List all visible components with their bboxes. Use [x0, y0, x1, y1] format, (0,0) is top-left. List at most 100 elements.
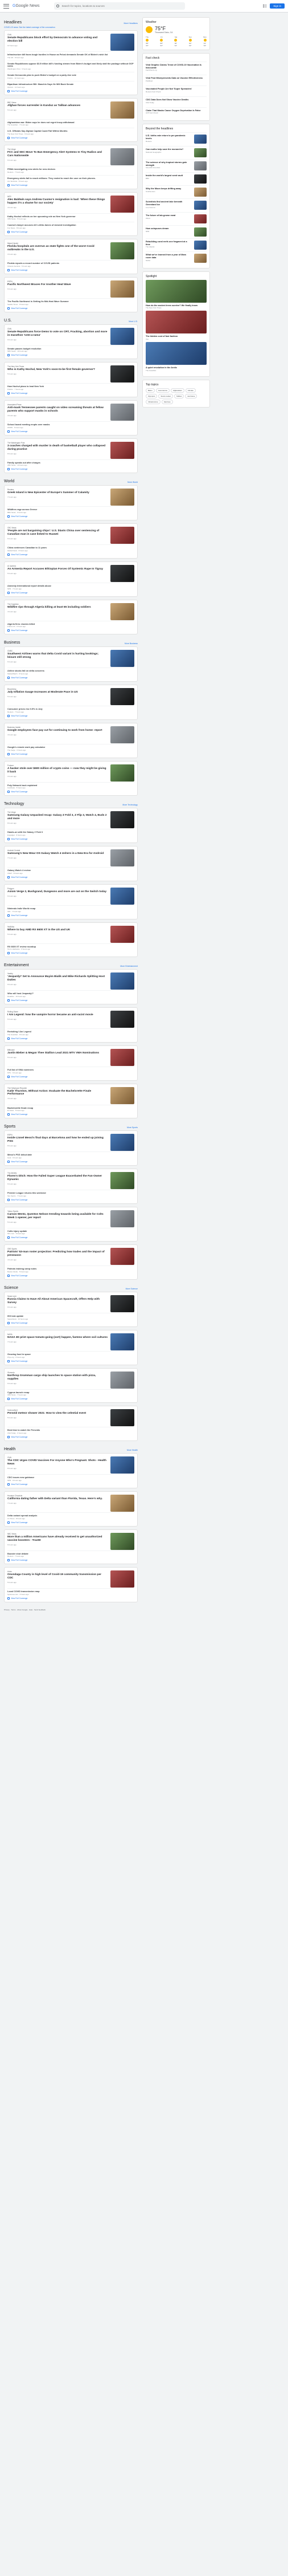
section-more-link[interactable]: More World [127, 481, 138, 483]
source-name[interactable]: The Hollywood Reporter [7, 1087, 108, 1089]
sub-story[interactable]: Algeria fires: dozens killed France 24 ·… [7, 620, 134, 628]
search-input[interactable] [61, 5, 183, 7]
story-thumbnail[interactable] [110, 1494, 134, 1512]
full-coverage-link[interactable]: View Full Coverage [7, 914, 134, 917]
full-coverage-link[interactable]: View Full Coverage [7, 515, 134, 518]
full-coverage-link[interactable]: View Full Coverage [7, 1275, 134, 1277]
beyond-item-thumbnail[interactable] [194, 188, 207, 197]
full-coverage-link[interactable]: View Full Coverage [7, 184, 134, 186]
story-thumbnail[interactable] [110, 849, 134, 867]
full-coverage-link[interactable]: View Full Coverage [7, 307, 134, 310]
story-thumbnail[interactable] [110, 195, 134, 213]
topic-chip[interactable]: Vaccines [161, 399, 173, 404]
beyond-item-title[interactable]: Scientists find ancient lake beneath Gre… [146, 201, 192, 206]
sub-story[interactable]: Premier League returns this weekend Sky … [7, 1189, 134, 1197]
fact-check-item-title[interactable]: Viral Graphic Claims Trend of COVID-19 V… [146, 64, 207, 69]
full-coverage-link[interactable]: View Full Coverage [7, 1483, 134, 1486]
story-thumbnail[interactable] [110, 811, 134, 829]
full-coverage-link[interactable]: View Full Coverage [7, 1198, 134, 1201]
beyond-item[interactable]: Scientists find ancient lake beneath Gre… [146, 198, 207, 211]
source-name[interactable]: The Athletic [7, 1172, 108, 1174]
beyond-item-thumbnail[interactable] [194, 227, 207, 237]
story-thumbnail[interactable] [110, 1570, 134, 1588]
full-coverage-link[interactable]: View Full Coverage [7, 89, 134, 92]
full-coverage-link[interactable]: View Full Coverage [7, 1597, 134, 1600]
full-coverage-link[interactable]: View Full Coverage [7, 591, 134, 594]
section-title[interactable]: U.S. [4, 319, 12, 323]
story-thumbnail[interactable] [110, 764, 134, 782]
source-name[interactable]: NBC News [7, 1533, 108, 1535]
sub-story[interactable]: Poly Network hack explained CoinDesk · 5… [7, 782, 134, 789]
topic-chip[interactable]: Olympics [146, 393, 158, 398]
full-coverage-link[interactable]: View Full Coverage [7, 1075, 134, 1078]
beyond-item[interactable]: U.S. births rate return to pre-pandemic … [146, 132, 207, 145]
lead-story-title[interactable]: The CDC Urges COVID Vaccines For Anyone … [7, 1459, 108, 1466]
topic-chip[interactable]: Infrastructure [146, 399, 161, 404]
story-thumbnail[interactable] [110, 1456, 134, 1474]
source-name[interactable]: Variety [7, 972, 108, 975]
story-thumbnail[interactable] [110, 242, 134, 260]
sub-story[interactable]: Senate passes budget resolution NBC News… [7, 345, 134, 352]
section-title[interactable]: Health [4, 1447, 15, 1451]
source-name[interactable]: 9to5Mac [7, 926, 108, 928]
lead-story-title[interactable]: California dating father with Delta vari… [7, 1497, 108, 1501]
lead-story-title[interactable]: A hacker stole over $600 million of cryp… [7, 767, 108, 774]
lead-story-title[interactable]: Where to buy AMD RX 6600 XT in the US an… [7, 929, 108, 932]
sub-story[interactable]: Booster shot debate Reuters · 7 hours ag… [7, 1550, 134, 1557]
lead-story-title[interactable]: Patriots' 53-man roster projection: Pred… [7, 1251, 108, 1258]
source-name[interactable]: Axios [7, 1570, 108, 1573]
section-more-link[interactable]: More Sports [127, 1126, 138, 1129]
section-title[interactable]: Science [4, 1286, 18, 1290]
story-thumbnail[interactable] [110, 101, 134, 119]
spotlight-image[interactable] [146, 311, 207, 334]
story-thumbnail[interactable] [110, 327, 134, 345]
sub-story[interactable]: Senate Democrats plan to push Biden's bu… [7, 72, 134, 79]
lead-story-title[interactable]: Google employees face pay cut for contin… [7, 729, 108, 732]
full-coverage-link[interactable]: View Full Coverage [7, 677, 134, 679]
story-thumbnail[interactable] [110, 1086, 134, 1104]
lead-story-title[interactable]: Onondaga County in high level of Covid-1… [7, 1573, 108, 1580]
source-name[interactable]: Yahoo Sports [7, 1210, 108, 1212]
beyond-item[interactable]: Inside the world's largest seed vault BBC [146, 172, 207, 185]
full-coverage-link[interactable]: View Full Coverage [7, 1521, 134, 1524]
lead-story-title[interactable]: July Inflation Gauge Increases at Modera… [7, 691, 108, 694]
fact-check-item[interactable]: Viral Graphic Claims Trend of COVID-19 V… [146, 62, 207, 75]
source-name[interactable]: Business Insider [7, 726, 108, 729]
source-name[interactable]: Al Jazeera [7, 565, 108, 567]
sub-story[interactable]: Afghanistan war: Biden says he does not … [7, 119, 134, 126]
full-coverage-link[interactable]: View Full Coverage [7, 952, 134, 955]
topic-chip[interactable]: Biden [146, 388, 155, 393]
story-thumbnail[interactable] [110, 527, 134, 544]
lead-story-title[interactable]: Alec Baldwin says Andrew Cuomo's resigna… [7, 198, 108, 205]
section-title[interactable]: Business [4, 641, 20, 645]
sub-story[interactable]: How Hochul plans to lead New York Politi… [7, 383, 134, 390]
sub-story[interactable]: Bipartisan Infrastructure Bill: Manchin … [7, 80, 134, 88]
sub-story[interactable]: Nintendo Indie World recap IGN · 7 hours… [7, 905, 134, 913]
fact-check-item[interactable]: Viral Post Misrepresents Data on Vaccine… [146, 75, 207, 86]
source-name[interactable]: Fortune [7, 764, 108, 767]
fact-check-item[interactable]: CDC Data Does Not Show Vaccine Deaths USA… [146, 96, 207, 107]
lead-story-title[interactable]: Northrop Grumman cargo ship launches to … [7, 1374, 108, 1381]
lead-story-title[interactable]: Southwest Airlines warns that delta Covi… [7, 653, 108, 660]
spotlight-image[interactable] [146, 342, 207, 365]
lead-story-title[interactable]: Greek Island is New Epicenter of Europe'… [7, 491, 108, 495]
lead-story-title[interactable]: Samsung Galaxy Unpacked recap: Galaxy Z … [7, 814, 108, 821]
sub-story[interactable]: Galaxy Watch 4 review CNET · 8 hours ago [7, 867, 134, 874]
source-name[interactable]: CNN [7, 328, 108, 330]
lead-story-title[interactable]: Flores's Ditch: How the Failed Super Lea… [7, 1175, 108, 1182]
beyond-item-thumbnail[interactable] [194, 161, 207, 170]
sub-story[interactable]: ISS leak update SpaceNews · 10 hours ago [7, 1313, 134, 1320]
source-name[interactable]: The Verge [7, 811, 108, 813]
logo[interactable]: GGoogle News [13, 4, 39, 8]
beyond-item-title[interactable]: The science of why tropical storms gain … [146, 161, 192, 166]
source-name[interactable]: Miami Herald [7, 242, 108, 245]
sign-in-button[interactable]: Sign in [270, 3, 285, 9]
beyond-item-thumbnail[interactable] [194, 201, 207, 210]
sub-story[interactable]: Full list of VMA nominees MTV · 6 hours … [7, 1066, 134, 1074]
topic-chip[interactable]: Coronavirus [155, 388, 170, 393]
full-coverage-link[interactable]: View Full Coverage [7, 752, 134, 755]
beyond-item[interactable]: The future of lab-grown meat Wired [146, 211, 207, 225]
full-coverage-link[interactable]: View Full Coverage [7, 1160, 134, 1163]
sub-story[interactable]: Kathy Hochul reflects on her upcoming ro… [7, 213, 134, 220]
source-name[interactable]: NPR [7, 196, 108, 198]
